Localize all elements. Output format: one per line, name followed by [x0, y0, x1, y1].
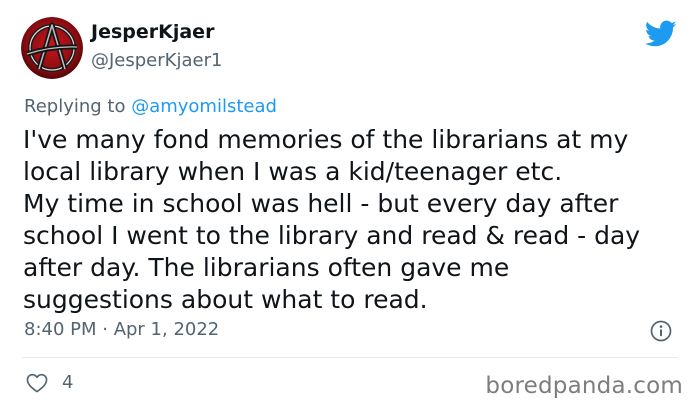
tweet-timestamp[interactable]: 8:40 PM · Apr 1, 2022 [24, 319, 219, 340]
watermark: boredpanda.com [485, 373, 683, 399]
author-display-name[interactable]: JesperKjaer [91, 21, 214, 43]
reply-context: Replying to @amyomilstead [24, 96, 277, 117]
info-icon[interactable] [650, 320, 672, 342]
anarchy-a-icon [21, 17, 83, 79]
heart-icon [26, 373, 48, 392]
author-handle[interactable]: @JesperKjaer1 [91, 50, 222, 71]
twitter-bird-icon[interactable] [644, 20, 677, 48]
reply-prefix: Replying to [24, 96, 132, 117]
reply-mention-link[interactable]: @amyomilstead [131, 96, 277, 117]
avatar[interactable] [21, 17, 83, 79]
like-button[interactable]: 4 [26, 372, 73, 393]
tweet-text: I've many fond memories of the librarian… [23, 125, 641, 314]
like-count: 4 [62, 372, 74, 393]
tweet-card: JesperKjaer @JesperKjaer1 Replying to @a… [0, 0, 700, 410]
divider [22, 357, 678, 358]
